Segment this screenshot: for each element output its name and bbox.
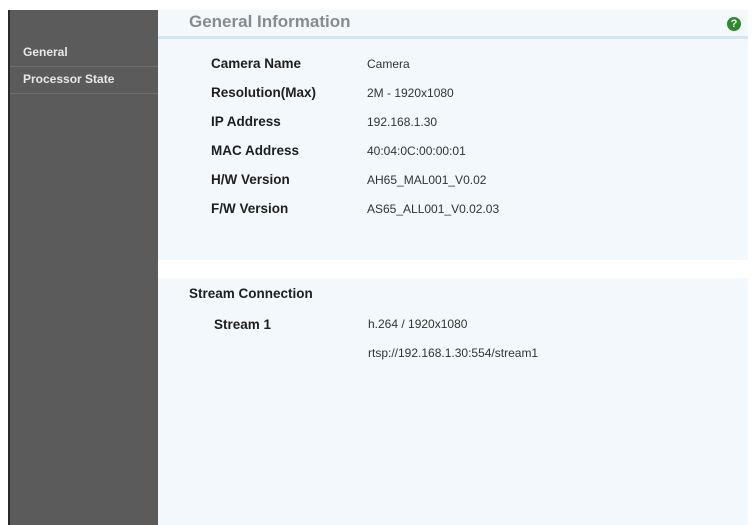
info-row-fw-version: F/W Version AS65_ALL001_V0.02.03 (211, 201, 611, 230)
section-divider (158, 260, 748, 278)
stream-1-label: Stream 1 (214, 317, 272, 332)
mac-address-label: MAC Address (211, 143, 300, 158)
info-row-hw-version: H/W Version AH65_MAL001_V0.02 (211, 172, 611, 201)
stream-1-codec: h.264 / 1920x1080 (368, 317, 468, 331)
hw-version-label: H/W Version (211, 172, 290, 187)
stream-connection-title: Stream Connection (189, 286, 313, 301)
general-info-table: Camera Name Camera Resolution(Max) 2M - … (211, 56, 611, 230)
info-row-camera-name: Camera Name Camera (211, 56, 611, 85)
resolution-label: Resolution(Max) (211, 85, 317, 100)
help-icon[interactable]: ? (727, 17, 741, 31)
page-header: General Information ? (158, 10, 748, 39)
sidebar-item-general[interactable]: General (10, 40, 158, 67)
hw-version-value: AH65_MAL001_V0.02 (367, 173, 487, 187)
sidebar-item-processor-state[interactable]: Processor State (10, 67, 158, 94)
stream-1-url: rtsp://192.168.1.30:554/stream1 (368, 346, 539, 360)
resolution-value: 2M - 1920x1080 (367, 86, 454, 100)
info-row-mac-address: MAC Address 40:04:0C:00:00:01 (211, 143, 611, 172)
sidebar-menu: General Processor State (10, 40, 158, 94)
page-title: General Information (189, 12, 351, 31)
sidebar: General Processor State (10, 10, 158, 525)
camera-name-value: Camera (367, 57, 410, 71)
main-content: General Information ? Camera Name Camera… (158, 10, 748, 525)
camera-name-label: Camera Name (211, 56, 302, 71)
fw-version-label: F/W Version (211, 201, 289, 216)
ip-address-label: IP Address (211, 114, 281, 129)
ip-address-value: 192.168.1.30 (367, 115, 438, 129)
info-row-ip-address: IP Address 192.168.1.30 (211, 114, 611, 143)
fw-version-value: AS65_ALL001_V0.02.03 (367, 202, 500, 216)
info-row-resolution: Resolution(Max) 2M - 1920x1080 (211, 85, 611, 114)
mac-address-value: 40:04:0C:00:00:01 (367, 144, 466, 158)
